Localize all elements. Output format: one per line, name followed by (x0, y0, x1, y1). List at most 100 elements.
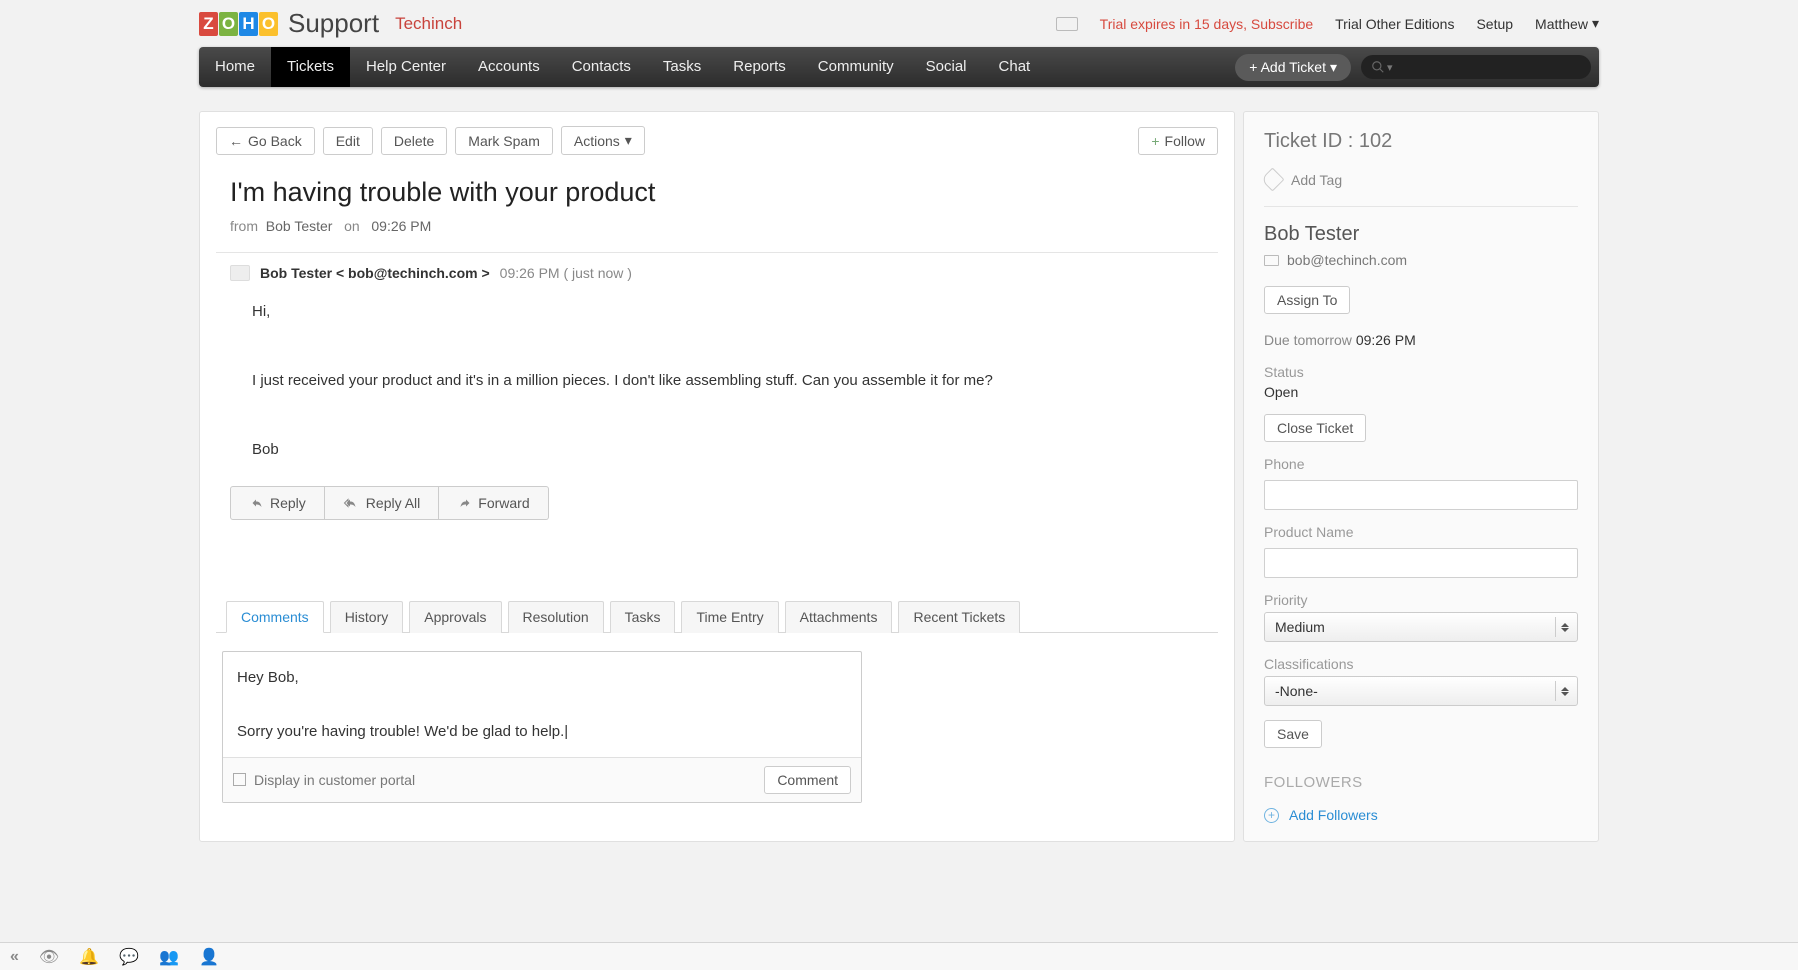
top-bar: ZOHO Support Techinch Trial expires in 1… (199, 5, 1599, 47)
thread-time: 09:26 PM ( just now ) (500, 265, 632, 281)
select-caret-icon (1555, 617, 1573, 637)
eye-icon[interactable]: 👁 (39, 947, 59, 967)
forward-icon (457, 497, 473, 509)
reply-all-button[interactable]: Reply All (325, 486, 439, 520)
nav-accounts[interactable]: Accounts (462, 47, 556, 87)
display-portal-label: Display in customer portal (254, 772, 415, 788)
nav-reports[interactable]: Reports (717, 47, 802, 87)
bell-icon[interactable]: 🔔 (79, 947, 99, 967)
tab-history[interactable]: History (330, 601, 404, 633)
trial-other-link[interactable]: Trial Other Editions (1335, 16, 1454, 32)
thread-body: Hi, I just received your product and it'… (252, 295, 1218, 468)
close-ticket-button[interactable]: Close Ticket (1264, 414, 1366, 442)
nav-social[interactable]: Social (910, 47, 983, 87)
phone-field[interactable] (1264, 480, 1578, 510)
nav-search[interactable]: ▾ (1361, 55, 1591, 79)
save-button[interactable]: Save (1264, 720, 1322, 748)
reply-icon (249, 497, 265, 509)
user-menu[interactable]: Matthew ▾ (1535, 15, 1599, 32)
contact-name: Bob Tester (1264, 223, 1578, 246)
nav-help-center[interactable]: Help Center (350, 47, 462, 87)
bottom-dock: « 👁 🔔 💬 👥 👤 (0, 942, 1798, 970)
nav-home[interactable]: Home (199, 47, 271, 87)
ticket-title: I'm having trouble with your product (230, 177, 1218, 208)
reply-button[interactable]: Reply (230, 486, 325, 520)
nav-tickets[interactable]: Tickets (271, 47, 350, 87)
assign-to-button[interactable]: Assign To (1264, 286, 1350, 314)
priority-label: Priority (1264, 592, 1578, 608)
nav-chat[interactable]: Chat (983, 47, 1047, 87)
add-followers[interactable]: + Add Followers (1264, 807, 1578, 823)
ticket-meta: from Bob Tester on 09:26 PM (230, 218, 1218, 234)
forward-label: Forward (478, 495, 529, 511)
collapse-icon[interactable]: « (10, 948, 19, 966)
tab-comments[interactable]: Comments (226, 601, 324, 633)
forward-button[interactable]: Forward (439, 486, 548, 520)
comment-box: Hey Bob, Sorry you're having trouble! We… (222, 651, 862, 803)
zoho-logo: ZOHO (199, 12, 278, 36)
product-field[interactable] (1264, 548, 1578, 578)
plus-icon: + (1151, 133, 1159, 149)
actions-dropdown[interactable]: Actions ▾ (561, 126, 645, 155)
plus-circle-icon: + (1264, 808, 1279, 823)
add-tag-label: Add Tag (1291, 172, 1342, 188)
followers-heading: FOLLOWERS (1264, 774, 1578, 791)
nav-contacts[interactable]: Contacts (556, 47, 647, 87)
caret-down-icon: ▾ (1387, 61, 1393, 74)
add-tag[interactable]: Add Tag (1264, 171, 1578, 188)
setup-link[interactable]: Setup (1476, 16, 1513, 32)
reply-label: Reply (270, 495, 306, 511)
ticket-id: Ticket ID : 102 (1264, 130, 1578, 153)
phone-label: Phone (1264, 456, 1578, 472)
classifications-value: -None- (1275, 683, 1318, 699)
mail-icon (1264, 255, 1279, 266)
classifications-select[interactable]: -None- (1264, 676, 1578, 706)
tabs: Comments History Approvals Resolution Ta… (216, 600, 1218, 633)
tab-tasks[interactable]: Tasks (610, 601, 676, 633)
on-time: 09:26 PM (371, 218, 431, 234)
keyboard-icon[interactable] (1056, 17, 1078, 31)
delete-button[interactable]: Delete (381, 127, 447, 155)
caret-down-icon: ▾ (1330, 59, 1337, 76)
org-name[interactable]: Techinch (395, 14, 462, 34)
edit-button[interactable]: Edit (323, 127, 373, 155)
from-label: from (230, 218, 258, 234)
priority-select[interactable]: Medium (1264, 612, 1578, 642)
due-time: 09:26 PM (1356, 332, 1416, 348)
add-followers-label: Add Followers (1289, 807, 1378, 823)
tag-icon (1260, 167, 1284, 191)
person-icon[interactable]: 👤 (199, 947, 219, 967)
tab-time-entry[interactable]: Time Entry (681, 601, 778, 633)
search-icon (1371, 60, 1385, 74)
thread-sender: Bob Tester < bob@techinch.com > (260, 265, 490, 281)
nav-community[interactable]: Community (802, 47, 910, 87)
trial-notice[interactable]: Trial expires in 15 days, Subscribe (1100, 16, 1313, 32)
from-name: Bob Tester (266, 218, 333, 234)
go-back-button[interactable]: ← Go Back (216, 127, 315, 155)
tab-recent-tickets[interactable]: Recent Tickets (898, 601, 1020, 633)
people-icon[interactable]: 👥 (159, 947, 179, 967)
chat-icon[interactable]: 💬 (119, 947, 139, 967)
select-caret-icon (1555, 681, 1573, 701)
follow-button[interactable]: + Follow (1138, 127, 1218, 155)
go-back-label: Go Back (248, 133, 302, 149)
product-label: Product Name (1264, 524, 1578, 540)
nav-tasks[interactable]: Tasks (647, 47, 717, 87)
actions-label: Actions (574, 133, 620, 149)
display-portal-checkbox[interactable] (233, 773, 246, 786)
on-label: on (344, 218, 360, 234)
app-name: Support (288, 8, 379, 39)
reply-all-label: Reply All (366, 495, 420, 511)
tab-attachments[interactable]: Attachments (785, 601, 893, 633)
mark-spam-button[interactable]: Mark Spam (455, 127, 553, 155)
status-label: Status (1264, 364, 1578, 380)
due-row: Due tomorrow 09:26 PM (1264, 332, 1578, 348)
user-name: Matthew (1535, 16, 1588, 32)
comment-textarea[interactable]: Hey Bob, Sorry you're having trouble! We… (223, 652, 861, 757)
mail-icon (230, 265, 250, 281)
tab-approvals[interactable]: Approvals (409, 601, 501, 633)
add-ticket-button[interactable]: + Add Ticket ▾ (1235, 54, 1351, 81)
tab-resolution[interactable]: Resolution (508, 601, 604, 633)
main-nav: Home Tickets Help Center Accounts Contac… (199, 47, 1599, 87)
comment-button[interactable]: Comment (764, 766, 851, 794)
